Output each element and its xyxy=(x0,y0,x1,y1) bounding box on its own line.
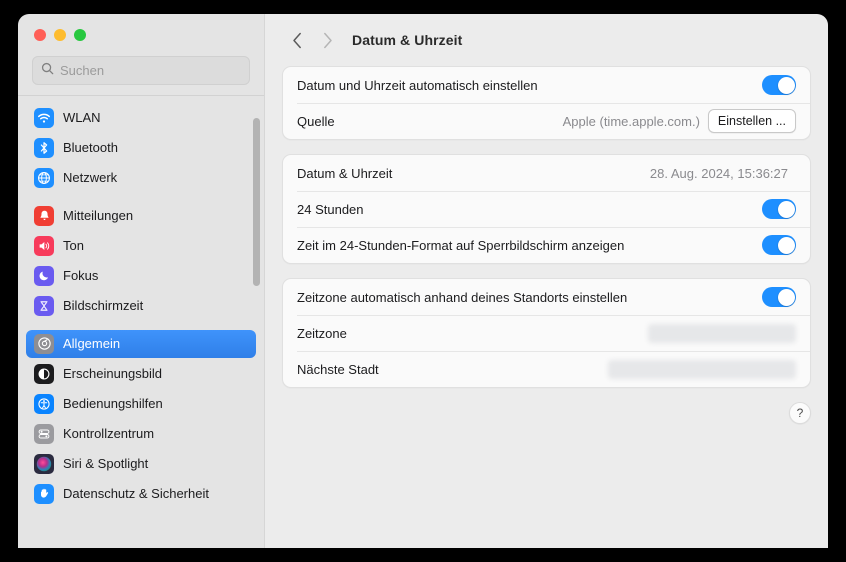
back-button[interactable] xyxy=(282,25,312,55)
einstellen-button[interactable]: Einstellen ... xyxy=(707,108,796,134)
toggle-lockscreen-24-hour[interactable] xyxy=(762,235,796,255)
sidebar-item-label: Bluetooth xyxy=(63,140,118,155)
privacy-hand-icon xyxy=(34,483,54,504)
moon-icon xyxy=(34,265,54,286)
sidebar: Suchen WLAN Bluetooth Netzwerk Mitteilun… xyxy=(18,14,264,548)
sidebar-item-label: Erscheinungsbild xyxy=(63,366,163,381)
toggle-24-hour[interactable] xyxy=(762,199,796,219)
bell-icon xyxy=(34,205,54,226)
sidebar-group-general: Allgemein Erscheinungsbild Bedienungshil… xyxy=(18,329,264,508)
row-auto-timezone[interactable]: Zeitzone automatisch anhand deines Stand… xyxy=(283,279,810,315)
toggle-auto-datetime[interactable] xyxy=(762,75,796,95)
sidebar-scrollbar-thumb[interactable] xyxy=(253,117,260,286)
sidebar-item-erscheinungsbild[interactable]: Erscheinungsbild xyxy=(26,360,256,388)
sidebar-item-fokus[interactable]: Fokus xyxy=(26,262,256,290)
sidebar-item-siri-spotlight[interactable]: Siri & Spotlight xyxy=(26,450,256,478)
siri-icon xyxy=(34,453,54,474)
sidebar-item-label: Ton xyxy=(63,238,84,253)
page-title: Datum & Uhrzeit xyxy=(352,32,463,48)
sidebar-item-label: Netzwerk xyxy=(63,170,118,185)
toggle-knob xyxy=(777,236,795,254)
row-label: Zeit im 24-Stunden-Format auf Sperrbilds… xyxy=(297,237,625,253)
question-mark-icon: ? xyxy=(796,406,804,420)
settings-content: Datum und Uhrzeit automatisch einstellen… xyxy=(265,66,828,548)
settings-window: Suchen WLAN Bluetooth Netzwerk Mitteilun… xyxy=(18,14,828,548)
row-auto-datetime[interactable]: Datum und Uhrzeit automatisch einstellen xyxy=(283,67,810,103)
sidebar-item-label: WLAN xyxy=(63,110,101,125)
traffic-lights xyxy=(18,14,264,56)
quelle-value: Apple (time.apple.com.) xyxy=(562,113,700,129)
sidebar-item-bluetooth[interactable]: Bluetooth xyxy=(26,134,256,162)
accessibility-icon xyxy=(34,393,54,414)
sidebar-item-label: Bildschirmzeit xyxy=(63,298,144,313)
sidebar-item-allgemein[interactable]: Allgemein xyxy=(26,329,256,358)
row-label: 24 Stunden xyxy=(297,201,364,217)
section-auto-datetime: Datum und Uhrzeit automatisch einstellen… xyxy=(282,66,811,140)
search-input[interactable]: Suchen xyxy=(32,56,250,85)
row-zeitzone[interactable]: Zeitzone xyxy=(283,315,810,351)
close-window-button[interactable] xyxy=(34,29,46,41)
gear-icon xyxy=(34,333,54,354)
sidebar-group-system: Mitteilungen Ton Fokus Bildschirmzeit xyxy=(18,202,264,320)
zeitzone-value-placeholder xyxy=(648,323,796,343)
search-container: Suchen xyxy=(18,56,264,95)
row-datetime-value[interactable]: Datum & Uhrzeit 28. Aug. 2024, 15:36:27 xyxy=(283,155,810,191)
toggle-knob xyxy=(777,288,795,306)
globe-icon xyxy=(34,167,54,188)
naechste-stadt-value-placeholder xyxy=(608,359,796,379)
minimize-window-button[interactable] xyxy=(54,29,66,41)
sidebar-item-label: Kontrollzentrum xyxy=(63,426,155,441)
bluetooth-icon xyxy=(34,137,54,158)
sidebar-item-bildschirmzeit[interactable]: Bildschirmzeit xyxy=(26,292,256,320)
sidebar-item-label: Siri & Spotlight xyxy=(63,456,149,471)
row-label: Nächste Stadt xyxy=(297,361,379,377)
sidebar-item-label: Datenschutz & Sicherheit xyxy=(63,486,209,501)
sidebar-item-label: Allgemein xyxy=(63,336,121,351)
row-lockscreen-24-hour[interactable]: Zeit im 24-Stunden-Format auf Sperrbilds… xyxy=(283,227,810,263)
row-label: Quelle xyxy=(297,113,335,129)
sidebar-item-ton[interactable]: Ton xyxy=(26,232,256,260)
row-label: Datum und Uhrzeit automatisch einstellen xyxy=(297,77,538,93)
row-label: Zeitzone xyxy=(297,325,347,341)
section-timezone: Zeitzone automatisch anhand deines Stand… xyxy=(282,278,811,388)
sidebar-scrollbar[interactable] xyxy=(253,117,260,539)
current-datetime-value: 28. Aug. 2024, 15:36:27 xyxy=(649,165,788,181)
main-panel: Datum & Uhrzeit Datum und Uhrzeit automa… xyxy=(264,14,828,548)
toolbar: Datum & Uhrzeit xyxy=(265,14,828,66)
row-quelle[interactable]: Quelle Apple (time.apple.com.) Einstelle… xyxy=(283,103,810,139)
sidebar-item-kontrollzentrum[interactable]: Kontrollzentrum xyxy=(26,420,256,448)
sidebar-item-netzwerk[interactable]: Netzwerk xyxy=(26,164,256,192)
sidebar-item-label: Fokus xyxy=(63,268,99,283)
row-naechste-stadt[interactable]: Nächste Stadt xyxy=(283,351,810,387)
search-placeholder: Suchen xyxy=(60,63,105,78)
help-button[interactable]: ? xyxy=(789,402,811,424)
sidebar-item-wlan[interactable]: WLAN xyxy=(26,104,256,132)
row-24-hour[interactable]: 24 Stunden xyxy=(283,191,810,227)
speaker-icon xyxy=(34,235,54,256)
toggle-auto-timezone[interactable] xyxy=(762,287,796,307)
forward-button[interactable] xyxy=(312,25,342,55)
sidebar-item-datenschutz-sicherheit[interactable]: Datenschutz & Sicherheit xyxy=(26,480,256,508)
hourglass-icon xyxy=(34,295,54,316)
row-label: Datum & Uhrzeit xyxy=(297,165,393,181)
appearance-icon xyxy=(34,363,54,384)
sidebar-item-label: Mitteilungen xyxy=(63,208,134,223)
toggle-knob xyxy=(777,76,795,94)
toggle-knob xyxy=(777,200,795,218)
maximize-window-button[interactable] xyxy=(74,29,86,41)
sidebar-item-label: Bedienungshilfen xyxy=(63,396,163,411)
sidebar-scroll-area: WLAN Bluetooth Netzwerk Mitteilungen Ton… xyxy=(18,96,264,549)
sidebar-item-mitteilungen[interactable]: Mitteilungen xyxy=(26,202,256,230)
row-label: Zeitzone automatisch anhand deines Stand… xyxy=(297,289,628,305)
section-datetime-format: Datum & Uhrzeit 28. Aug. 2024, 15:36:27 … xyxy=(282,154,811,264)
sidebar-group-network: WLAN Bluetooth Netzwerk xyxy=(18,104,264,192)
sidebar-item-bedienungshilfen[interactable]: Bedienungshilfen xyxy=(26,390,256,418)
control-center-icon xyxy=(34,423,54,444)
search-icon xyxy=(41,62,54,80)
wifi-icon xyxy=(34,107,54,128)
